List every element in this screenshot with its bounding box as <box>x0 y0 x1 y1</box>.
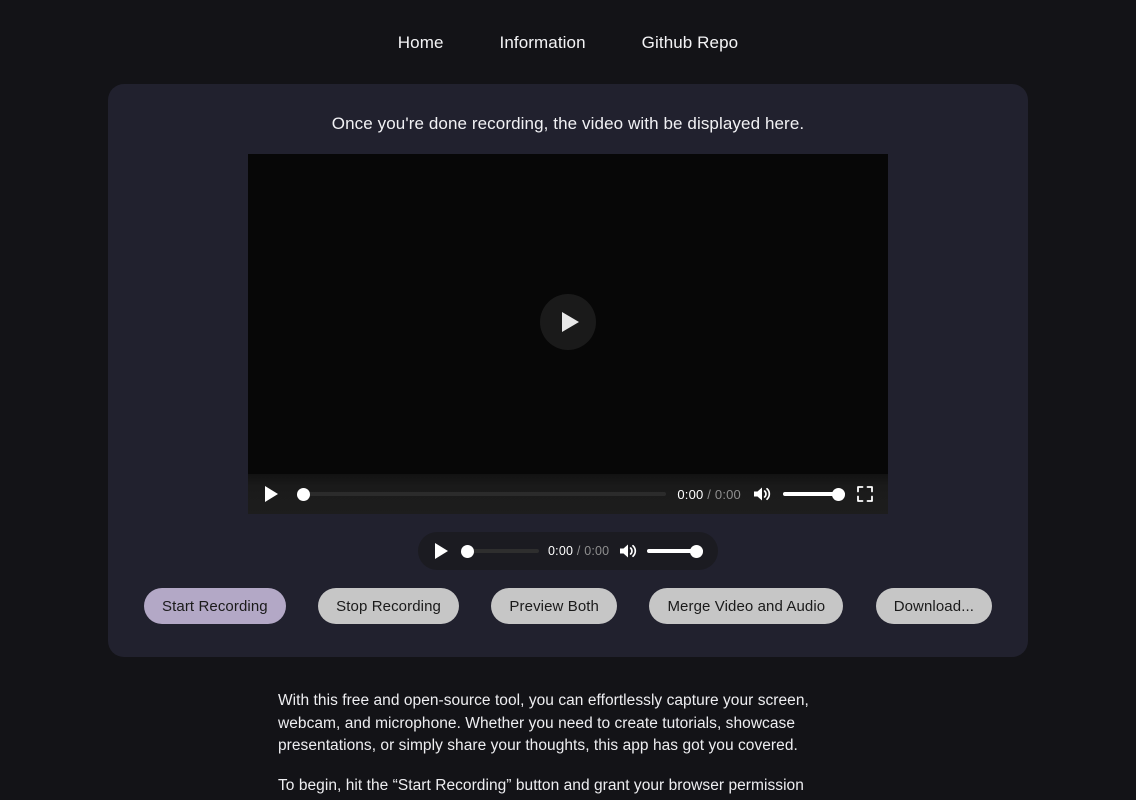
fullscreen-icon[interactable] <box>856 485 874 503</box>
play-icon <box>434 543 448 559</box>
audio-progress-slider[interactable] <box>461 543 539 559</box>
audio-time-separator: / <box>576 544 581 558</box>
video-progress-track <box>297 492 667 496</box>
video-overlay-play-icon[interactable] <box>540 294 596 350</box>
audio-progress-knob[interactable] <box>461 544 474 558</box>
nav-link-github-repo[interactable]: Github Repo <box>642 33 739 53</box>
play-icon <box>562 312 579 332</box>
audio-current-time: 0:00 <box>548 544 574 558</box>
audio-player[interactable]: 0:00 / 0:00 <box>418 532 718 570</box>
video-control-bar: 0:00 / 0:00 <box>248 474 888 514</box>
merge-video-and-audio-button[interactable]: Merge Video and Audio <box>649 588 844 624</box>
stop-recording-button[interactable]: Stop Recording <box>318 588 459 624</box>
description-paragraph-2: To begin, hit the “Start Recording” butt… <box>278 776 804 794</box>
video-volume-slider[interactable] <box>783 486 845 502</box>
fullscreen-icon-svg <box>857 486 873 502</box>
volume-high-icon-svg <box>754 487 771 501</box>
video-current-time: 0:00 <box>677 486 704 502</box>
nav-link-home[interactable]: Home <box>398 33 444 53</box>
card-heading: Once you're done recording, the video wi… <box>331 114 805 133</box>
video-progress-knob[interactable] <box>297 487 310 501</box>
recorder-button-row: Start Recording Stop Recording Preview B… <box>144 588 992 624</box>
video-progress-slider[interactable] <box>297 486 667 502</box>
start-recording-button[interactable]: Start Recording <box>144 588 286 624</box>
video-player[interactable]: 0:00 / 0:00 <box>248 154 888 514</box>
audio-volume-knob[interactable] <box>690 544 704 558</box>
main-navigation: Home Information Github Repo <box>0 0 1136 86</box>
audio-volume-slider[interactable] <box>647 543 704 559</box>
description-section: With this free and open-source tool, you… <box>278 690 858 797</box>
nav-link-information[interactable]: Information <box>500 33 586 53</box>
audio-play-button[interactable] <box>432 542 450 560</box>
video-duration: 0:00 <box>714 486 741 502</box>
download-button[interactable]: Download... <box>875 588 992 624</box>
audio-duration: 0:00 <box>584 544 610 558</box>
description-paragraph-1: With this free and open-source tool, you… <box>278 692 809 754</box>
volume-high-icon-svg <box>620 544 637 558</box>
video-play-button[interactable] <box>262 485 280 503</box>
preview-both-button[interactable]: Preview Both <box>491 588 617 624</box>
volume-high-icon[interactable] <box>752 485 772 503</box>
video-time-display: 0:00 / 0:00 <box>677 487 741 502</box>
video-time-separator: / <box>707 486 712 502</box>
audio-time-display: 0:00 / 0:00 <box>548 544 609 558</box>
volume-high-icon[interactable] <box>618 542 638 560</box>
video-volume-knob[interactable] <box>832 487 845 501</box>
play-icon <box>264 486 278 502</box>
recorder-card: Once you're done recording, the video wi… <box>108 84 1028 657</box>
